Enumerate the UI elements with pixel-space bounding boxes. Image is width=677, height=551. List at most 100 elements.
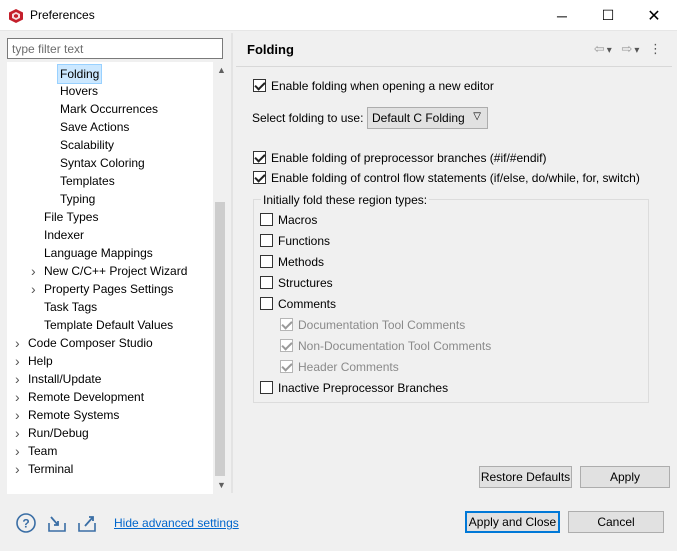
tree-scrollbar[interactable]: ▲ ▼ [213, 62, 225, 494]
forward-arrow-icon[interactable]: ⇨ [621, 41, 632, 56]
tree-item-label: Syntax Coloring [60, 156, 145, 170]
tree-item[interactable]: Syntax Coloring [7, 154, 211, 172]
chevron-right-icon[interactable]: › [15, 370, 23, 388]
tree-item[interactable]: › New C/C++ Project Wizard [7, 262, 211, 280]
hide-advanced-settings-link[interactable]: Hide advanced settings [114, 516, 239, 530]
chevron-right-icon[interactable]: › [15, 406, 23, 424]
tree-item[interactable]: Save Actions [7, 118, 211, 136]
checkbox-label: Comments [278, 297, 337, 311]
checkbox-icon[interactable] [260, 213, 273, 226]
chevron-right-icon[interactable]: › [31, 280, 39, 298]
cancel-button[interactable]: Cancel [568, 511, 664, 533]
checkbox-icon [280, 360, 293, 373]
back-arrow-icon[interactable]: ⇦ [594, 41, 605, 56]
tree-item-label: Templates [60, 174, 115, 188]
forward-menu-icon[interactable]: ▾ [634, 45, 639, 56]
checkbox-icon[interactable] [260, 276, 273, 289]
chevron-right-icon[interactable]: › [15, 352, 23, 370]
checkbox-icon [280, 318, 293, 331]
checkbox-label: Enable folding of preprocessor branches … [271, 151, 547, 165]
tree-item[interactable]: Hovers [7, 82, 211, 100]
checkbox-label: Macros [278, 213, 318, 227]
tree-item[interactable]: › Code Composer Studio [7, 334, 211, 352]
panel-sash[interactable] [231, 33, 233, 493]
close-button[interactable]: ✕ [631, 0, 677, 31]
more-icon[interactable]: ⋮ [649, 41, 662, 56]
tree-item[interactable]: Template Default Values [7, 316, 211, 334]
tree-item-label: Help [28, 354, 53, 368]
checkbox-icon[interactable] [260, 297, 273, 310]
region-type-checkbox: Documentation Tool Comments [280, 317, 465, 333]
region-type-checkbox: Header Comments [280, 359, 399, 375]
back-menu-icon[interactable]: ▾ [607, 45, 612, 56]
tree-item[interactable]: › Property Pages Settings [7, 280, 211, 298]
enable-folding-checkbox[interactable]: Enable folding when opening a new editor [253, 78, 494, 94]
tree-item[interactable]: Folding [7, 64, 211, 84]
chevron-right-icon[interactable]: › [15, 334, 23, 352]
apply-button[interactable]: Apply [580, 466, 670, 488]
scroll-down-icon[interactable]: ▼ [213, 477, 225, 494]
region-type-checkbox[interactable]: Structures [260, 275, 333, 291]
apply-and-close-button[interactable]: Apply and Close [465, 511, 560, 533]
tree-item[interactable]: Typing [7, 190, 211, 208]
tree-item-label: Run/Debug [28, 426, 89, 440]
tree-item-label: Remote Development [28, 390, 145, 404]
tree-item[interactable]: File Types [7, 208, 211, 226]
tree-item-label: Team [28, 444, 58, 458]
checkbox-label: Structures [278, 276, 333, 290]
maximize-button[interactable]: ☐ [585, 0, 631, 31]
tree-item[interactable]: › Help [7, 352, 211, 370]
region-type-checkbox[interactable]: Inactive Preprocessor Branches [260, 380, 448, 396]
restore-defaults-button[interactable]: Restore Defaults [479, 466, 572, 488]
minimize-button[interactable]: ─ [539, 0, 585, 31]
tree-item[interactable]: Mark Occurrences [7, 100, 211, 118]
control-flow-folding-checkbox[interactable]: Enable folding of control flow statement… [253, 170, 640, 186]
chevron-right-icon[interactable]: › [15, 460, 23, 478]
chevron-right-icon[interactable]: › [15, 442, 23, 460]
import-icon[interactable] [46, 512, 68, 534]
tree-item-label: Template Default Values [44, 318, 174, 332]
checkbox-icon[interactable] [260, 255, 273, 268]
chevron-right-icon[interactable]: › [15, 388, 23, 406]
region-types-group-title: Initially fold these region types: [261, 193, 430, 207]
checkbox-icon[interactable] [253, 79, 266, 92]
preprocessor-folding-checkbox[interactable]: Enable folding of preprocessor branches … [253, 150, 547, 166]
tree-item[interactable]: Task Tags [7, 298, 211, 316]
checkbox-label: Enable folding of control flow statement… [271, 171, 640, 185]
tree-item[interactable]: Templates [7, 172, 211, 190]
region-type-checkbox[interactable]: Comments [260, 296, 336, 312]
region-type-checkbox[interactable]: Macros [260, 212, 317, 228]
checkbox-label: Functions [278, 234, 331, 248]
checkbox-label: Inactive Preprocessor Branches [278, 381, 449, 395]
region-type-checkbox[interactable]: Methods [260, 254, 324, 270]
window-title: Preferences [30, 8, 95, 22]
folding-select[interactable]: Default C Folding ▽ [367, 107, 488, 129]
checkbox-icon[interactable] [260, 234, 273, 247]
tree-item[interactable]: Indexer [7, 226, 211, 244]
tree-item-label: New C/C++ Project Wizard [44, 264, 188, 278]
tree-item[interactable]: › Team [7, 442, 211, 460]
tree-item-label: Install/Update [28, 372, 102, 386]
checkbox-icon[interactable] [253, 151, 266, 164]
scroll-thumb[interactable] [215, 202, 225, 476]
scroll-up-icon[interactable]: ▲ [213, 62, 225, 79]
chevron-right-icon[interactable]: › [31, 262, 39, 280]
tree-item[interactable]: Scalability [7, 136, 211, 154]
header-divider [236, 66, 672, 67]
checkbox-label: Documentation Tool Comments [298, 318, 466, 332]
folding-select-label: Select folding to use: [252, 111, 364, 125]
tree-item[interactable]: Language Mappings [7, 244, 211, 262]
filter-input[interactable] [7, 38, 223, 59]
checkbox-icon[interactable] [253, 171, 266, 184]
help-icon[interactable]: ? [15, 512, 37, 534]
tree-item[interactable]: › Run/Debug [7, 424, 211, 442]
tree-item[interactable]: › Remote Systems [7, 406, 211, 424]
tree-item[interactable]: › Install/Update [7, 370, 211, 388]
page-header: Folding ⇦ ▾ ⇨ ▾ ⋮ [236, 35, 672, 65]
checkbox-icon[interactable] [260, 381, 273, 394]
tree-item[interactable]: › Remote Development [7, 388, 211, 406]
export-icon[interactable] [76, 512, 98, 534]
tree-item[interactable]: › Terminal [7, 460, 211, 478]
region-type-checkbox[interactable]: Functions [260, 233, 330, 249]
chevron-right-icon[interactable]: › [15, 424, 23, 442]
